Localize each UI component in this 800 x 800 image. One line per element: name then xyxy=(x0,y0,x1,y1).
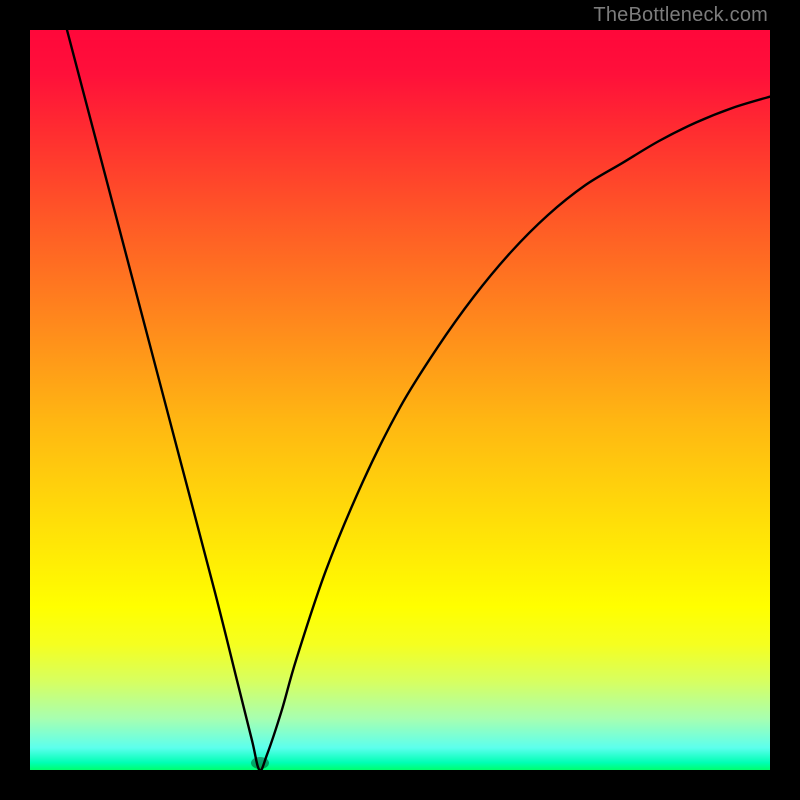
min-point-marker xyxy=(251,757,269,769)
attribution-label: TheBottleneck.com xyxy=(593,4,768,27)
chart-canvas: TheBottleneck.com xyxy=(0,0,800,800)
curve-layer xyxy=(30,30,770,770)
plot-area xyxy=(30,30,770,770)
bottleneck-curve xyxy=(67,30,770,770)
